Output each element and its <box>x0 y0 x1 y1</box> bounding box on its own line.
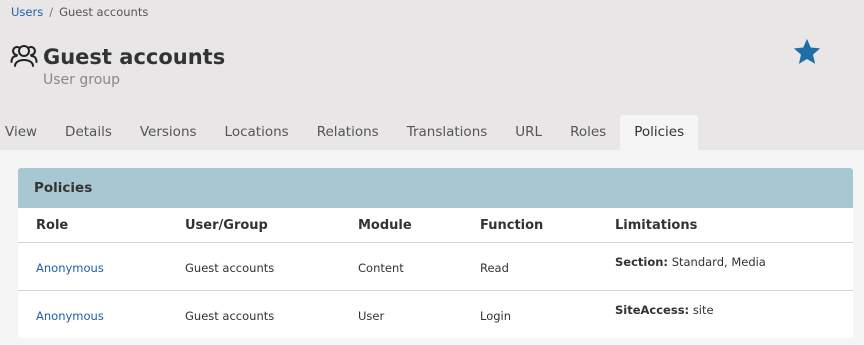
column-header-module: Module <box>358 218 412 233</box>
user-group-cell: Guest accounts <box>185 309 275 323</box>
role-link[interactable]: Anonymous <box>36 261 104 275</box>
breadcrumb: Users / Guest accounts <box>11 5 148 19</box>
table-row: Anonymous Guest accounts Content Read Se… <box>18 242 853 291</box>
page-header: Users / Guest accounts Guest accounts User… <box>0 0 864 150</box>
column-header-limitations: Limitations <box>615 218 698 233</box>
column-header-role: Role <box>36 218 69 233</box>
user-group-cell: Guest accounts <box>185 261 275 275</box>
page-subtitle: User group <box>43 72 121 88</box>
function-cell: Read <box>480 261 509 275</box>
limitations-cell: Section: Standard, Media <box>615 255 766 269</box>
module-cell: User <box>358 309 385 323</box>
role-link[interactable]: Anonymous <box>36 309 104 323</box>
breadcrumb-current: Guest accounts <box>59 5 149 19</box>
tab-details[interactable]: Details <box>51 115 126 150</box>
content-area: Policies Role User/Group Module Function… <box>0 150 864 345</box>
policies-panel: Policies Role User/Group Module Function… <box>18 168 853 338</box>
module-cell: Content <box>358 261 404 275</box>
tab-policies[interactable]: Policies <box>620 115 699 150</box>
users-group-icon <box>10 45 38 67</box>
limitation-value: site <box>692 303 714 317</box>
limitation-label: Section: <box>615 255 669 269</box>
tab-bar: View Details Versions Locations Relation… <box>0 115 699 150</box>
tab-translations[interactable]: Translations <box>393 115 502 150</box>
breadcrumb-link-users[interactable]: Users <box>11 5 43 19</box>
tab-locations[interactable]: Locations <box>211 115 303 150</box>
limitation-label: SiteAccess: <box>615 303 690 317</box>
tab-versions[interactable]: Versions <box>126 115 211 150</box>
tab-relations[interactable]: Relations <box>303 115 393 150</box>
limitation-value: Standard, Media <box>671 255 766 269</box>
tab-view[interactable]: View <box>0 115 51 150</box>
tab-roles[interactable]: Roles <box>556 115 620 150</box>
table-row: Anonymous Guest accounts User Login Site… <box>18 290 853 338</box>
page-title: Guest accounts <box>43 45 226 69</box>
star-icon[interactable] <box>792 37 822 67</box>
column-header-function: Function <box>480 218 544 233</box>
tab-url[interactable]: URL <box>501 115 556 150</box>
limitations-cell: SiteAccess: site <box>615 303 714 317</box>
column-header-user-group: User/Group <box>185 218 268 233</box>
function-cell: Login <box>480 309 512 323</box>
panel-title: Policies <box>18 168 853 208</box>
breadcrumb-separator: / <box>49 5 54 19</box>
